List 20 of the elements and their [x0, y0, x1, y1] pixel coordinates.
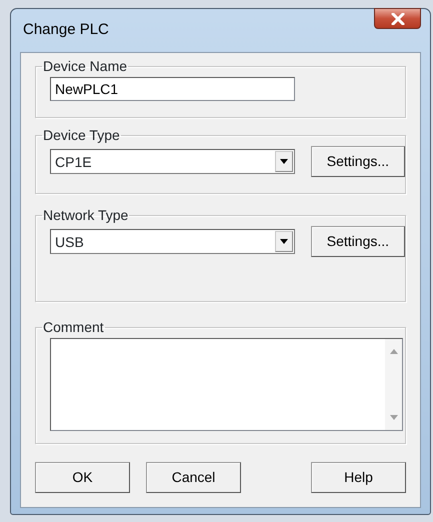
- settings-button[interactable]: Settings...: [310, 146, 405, 177]
- close-button[interactable]: [374, 8, 421, 29]
- group-label: Device Name: [42, 59, 128, 73]
- group-label: Network Type: [42, 208, 130, 222]
- window-title: Change PLC: [22, 20, 109, 40]
- close-icon: [390, 12, 404, 24]
- text-field[interactable]: NewPLC1: [50, 77, 295, 101]
- dropdown-field[interactable]: USB: [50, 229, 295, 254]
- dropdown-field[interactable]: CP1E: [50, 149, 295, 174]
- group-label: Device Type: [42, 128, 121, 142]
- group-label: Comment: [42, 320, 105, 334]
- dropdown-arrow-icon: [280, 239, 288, 244]
- settings-button[interactable]: Settings...: [310, 226, 405, 257]
- dialog-button[interactable]: OK: [35, 462, 130, 493]
- comment-field[interactable]: [50, 338, 403, 431]
- dropdown-arrow-icon: [280, 159, 288, 164]
- scroll-up-icon: [390, 349, 398, 354]
- dialog-button[interactable]: Help: [311, 462, 406, 493]
- scroll-down-icon: [390, 415, 398, 420]
- dialog-button[interactable]: Cancel: [146, 462, 241, 493]
